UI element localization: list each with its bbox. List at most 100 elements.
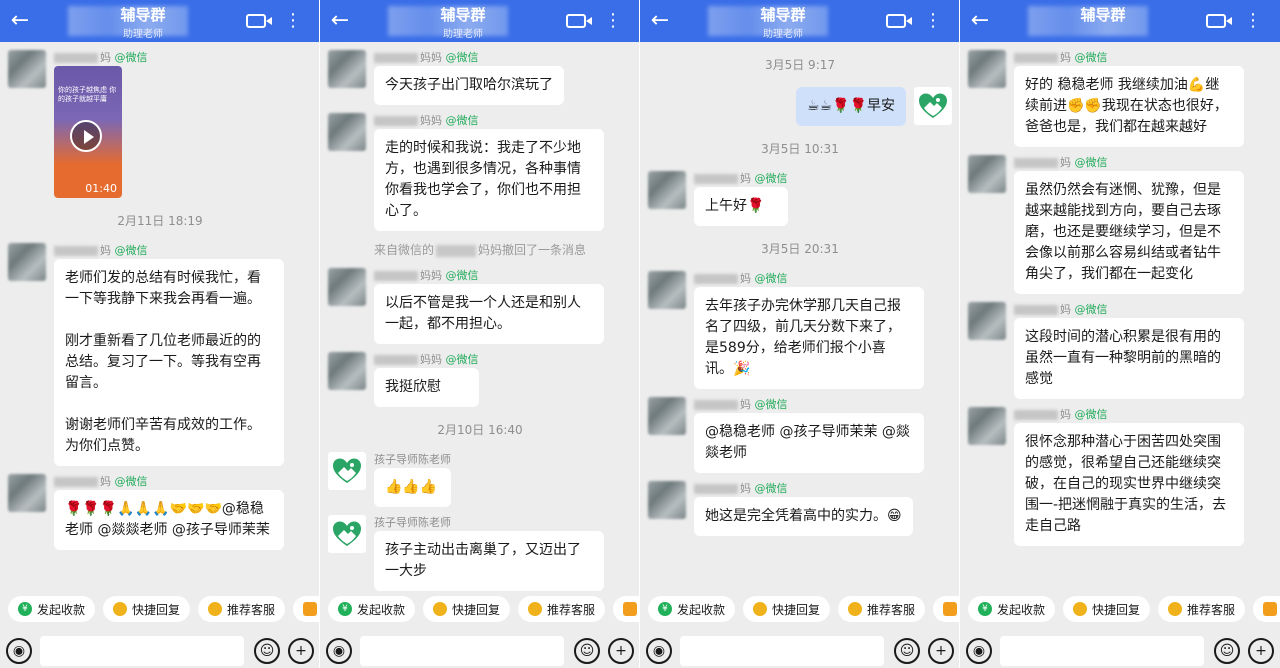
quick-action-1[interactable]: 快捷回复 (743, 596, 831, 622)
avatar[interactable] (968, 302, 1006, 340)
avatar[interactable] (328, 352, 366, 390)
blurred-name (54, 246, 98, 256)
emoji-icon[interactable]: ☺ (574, 638, 600, 664)
plus-icon[interactable]: + (608, 638, 634, 664)
more-options-icon[interactable]: ⋮ (284, 12, 302, 30)
more-options-icon[interactable]: ⋮ (604, 12, 622, 30)
quick-action-1[interactable]: 快捷回复 (1063, 596, 1151, 622)
teacher-logo-avatar[interactable] (328, 452, 366, 490)
avatar[interactable] (648, 171, 686, 209)
message-bubble[interactable]: 👍👍👍 (374, 468, 451, 507)
message-bubble[interactable]: 老师们发的总结有时候我忙，看一下等我静下来我会再看一遍。 刚才重新看了几位老师最… (54, 259, 284, 466)
product-icon (623, 602, 638, 616)
video-duration: 01:40 (85, 182, 117, 195)
chat-panel: ← 辅导群 助理老师 ⋮ 妈 @微信 你的孩子越焦虑 你的孩子就越平庸 01:40 2月11日… (0, 0, 320, 668)
back-arrow-icon[interactable]: ← (960, 0, 1000, 42)
message-input[interactable] (40, 636, 244, 666)
quick-action-0[interactable]: ¥ 发起收款 (8, 596, 96, 622)
message-bubble[interactable]: 很怀念那种潜心于困苦四处突围的感觉，很希望自己还能继续突破，在自己的现实世界中继… (1014, 423, 1244, 546)
plus-icon[interactable]: + (288, 638, 314, 664)
more-options-icon[interactable]: ⋮ (1244, 12, 1262, 30)
message-content: 妈妈 @微信 以后不管是我一个人还是和别人一起，都不用担心。 (374, 268, 604, 344)
message-list[interactable]: 妈 @微信 你的孩子越焦虑 你的孩子就越平庸 01:40 2月11日 18:19 妈 @… (0, 42, 319, 592)
quick-action-3[interactable]: 商品 (933, 596, 959, 622)
video-message[interactable]: 你的孩子越焦虑 你的孩子就越平庸 01:40 (54, 66, 122, 198)
avatar[interactable] (8, 50, 46, 88)
sender-name: 妈 @微信 (54, 474, 284, 490)
chat-title-box: 辅导群 (1000, 0, 1206, 42)
message-bubble[interactable]: 走的时候和我说：我走了不少地方，也遇到很多情况，各种事情你看我也学会了，你们也不… (374, 129, 604, 231)
teacher-logo-avatar[interactable] (328, 515, 366, 553)
voice-icon[interactable]: ◉ (646, 638, 672, 664)
message-row: 妈 @微信 这段时间的潜心积累是很有用的 虽然一直有一种黎明前的黑暗的感觉 (960, 302, 1280, 399)
message-bubble[interactable]: 虽然仍然会有迷惘、犹豫，但是越来越能找到方向，要自己去琢磨，也还是要继续学习，但… (1014, 171, 1244, 294)
message-bubble[interactable]: 以后不管是我一个人还是和别人一起，都不用担心。 (374, 284, 604, 344)
avatar[interactable] (328, 268, 366, 306)
quick-action-1[interactable]: 快捷回复 (423, 596, 511, 622)
quick-action-2[interactable]: 推荐客服 (838, 596, 926, 622)
message-input[interactable] (1000, 636, 1204, 666)
message-row: 妈 @微信 虽然仍然会有迷惘、犹豫，但是越来越能找到方向，要自己去琢磨，也还是要继… (960, 155, 1280, 294)
chat-title-box: 辅导群 助理老师 (680, 0, 886, 42)
message-bubble[interactable]: 好的 稳稳老师 我继续加油💪继续前进✊✊我现在状态也很好，爸爸也是，我们都在越来… (1014, 66, 1244, 147)
video-call-icon[interactable] (566, 14, 592, 28)
emoji-icon[interactable]: ☺ (254, 638, 280, 664)
message-bubble[interactable]: 她这是完全凭着高中的实力。😁 (694, 497, 913, 536)
quick-action-0[interactable]: ¥ 发起收款 (648, 596, 736, 622)
avatar[interactable] (968, 50, 1006, 88)
video-call-icon[interactable] (246, 14, 272, 28)
plus-icon[interactable]: + (928, 638, 954, 664)
message-bubble[interactable]: 孩子主动出击离巢了，又迈出了一大步 (374, 531, 604, 591)
play-icon[interactable] (70, 120, 102, 152)
quick-action-2[interactable]: 推荐客服 (518, 596, 606, 622)
sender-name: 妈妈 @微信 (374, 50, 564, 66)
avatar[interactable] (968, 155, 1006, 193)
avatar[interactable] (648, 481, 686, 519)
message-content: 孩子导师陈老师 👍👍👍 (374, 452, 451, 507)
message-list[interactable]: 妈妈 @微信 今天孩子出门取哈尔滨玩了 妈妈 @微信 走的时候和我说：我走了不少地方，… (320, 42, 639, 592)
back-arrow-icon[interactable]: ← (0, 0, 40, 42)
back-arrow-icon[interactable]: ← (640, 0, 680, 42)
voice-icon[interactable]: ◉ (6, 638, 32, 664)
video-call-icon[interactable] (886, 14, 912, 28)
quick-action-0[interactable]: ¥ 发起收款 (328, 596, 416, 622)
plus-icon[interactable]: + (1248, 638, 1274, 664)
avatar[interactable] (8, 474, 46, 512)
quick-action-2[interactable]: 推荐客服 (1158, 596, 1246, 622)
avatar[interactable] (328, 50, 366, 88)
video-call-icon[interactable] (1206, 14, 1232, 28)
quick-action-3[interactable]: 商品 (1253, 596, 1280, 622)
message-bubble[interactable]: 去年孩子办完休学那几天自己报名了四级，前几天分数下来了，是589分，给老师们报个… (694, 287, 924, 389)
quick-action-3[interactable]: 商品 (613, 596, 639, 622)
message-list[interactable]: 3月5日 9:17 ☕☕🌹🌹早安 3月5日 10:31 妈 @微信 上午好🌹 3月5日 2… (640, 42, 959, 592)
avatar[interactable] (648, 397, 686, 435)
wechat-tag: @微信 (1074, 156, 1108, 169)
message-bubble[interactable]: 🌹🌹🌹🙏🙏🙏🤝🤝🤝@稳稳老师 @燚燚老师 @孩子导师茉茉 (54, 490, 284, 550)
voice-icon[interactable]: ◉ (966, 638, 992, 664)
voice-icon[interactable]: ◉ (326, 638, 352, 664)
avatar[interactable] (8, 243, 46, 281)
avatar[interactable] (968, 407, 1006, 445)
message-bubble[interactable]: 这段时间的潜心积累是很有用的 虽然一直有一种黎明前的黑暗的感觉 (1014, 318, 1244, 399)
quick-action-3[interactable]: 商品 (293, 596, 319, 622)
message-input[interactable] (680, 636, 884, 666)
back-arrow-icon[interactable]: ← (320, 0, 360, 42)
message-bubble[interactable]: @稳稳老师 @孩子导师茉茉 @燚燚老师 (694, 413, 924, 473)
sender-name: 妈 @微信 (694, 397, 924, 413)
message-bubble[interactable]: 今天孩子出门取哈尔滨玩了 (374, 66, 564, 105)
avatar[interactable] (328, 113, 366, 151)
teacher-logo-avatar[interactable] (914, 87, 952, 125)
message-bubble[interactable]: ☕☕🌹🌹早安 (796, 87, 906, 126)
quick-action-2[interactable]: 推荐客服 (198, 596, 286, 622)
chat-header: ← 辅导群 ⋮ (960, 0, 1280, 42)
message-bubble[interactable]: 我挺欣慰 (374, 368, 479, 407)
more-options-icon[interactable]: ⋮ (924, 12, 942, 30)
message-input[interactable] (360, 636, 564, 666)
quick-action-0[interactable]: ¥ 发起收款 (968, 596, 1056, 622)
emoji-icon[interactable]: ☺ (894, 638, 920, 664)
quick-action-1[interactable]: 快捷回复 (103, 596, 191, 622)
avatar[interactable] (648, 271, 686, 309)
emoji-icon[interactable]: ☺ (1214, 638, 1240, 664)
message-bubble[interactable]: 上午好🌹 (694, 187, 788, 226)
message-list[interactable]: 妈 @微信 好的 稳稳老师 我继续加油💪继续前进✊✊我现在状态也很好，爸爸也是，我… (960, 42, 1280, 592)
